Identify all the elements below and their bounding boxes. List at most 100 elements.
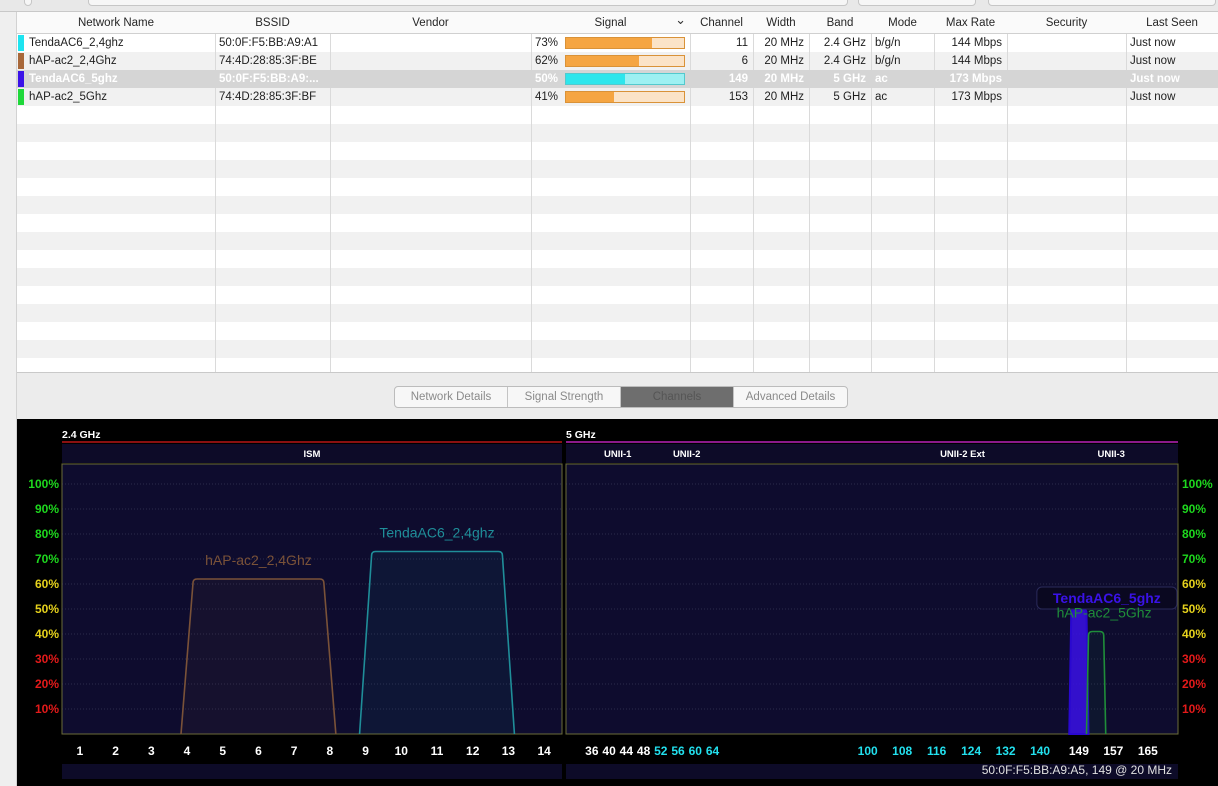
cell-width: 20 MHz	[764, 73, 804, 85]
cell-vendor	[334, 52, 529, 70]
column-header-name[interactable]: Network Name	[17, 12, 215, 34]
cell-signal: 50%	[535, 73, 559, 85]
cell-signal: 62%	[535, 55, 559, 67]
table-stripe	[17, 322, 1218, 340]
cell-name: TendaAC6_5ghz	[29, 73, 118, 85]
status-text: 50:0F:F5:BB:A9:A5, 149 @ 20 MHz	[982, 763, 1172, 777]
table-row[interactable]: hAP-ac2_5Ghz 74:4D:28:85:3F:BF 41% 153 20 MH…	[17, 88, 1218, 106]
cell-vendor	[334, 34, 529, 52]
band-label: 5 GHz	[566, 429, 596, 441]
toolbar-control-left[interactable]	[24, 0, 32, 6]
cell-mode: ac	[875, 73, 888, 85]
y-tick-label-left: 20%	[35, 677, 59, 691]
x-tick-label: 149	[1069, 744, 1089, 758]
x-tick-label: 11	[431, 744, 444, 758]
y-tick-label-right: 10%	[1182, 702, 1206, 716]
regulatory-region-label: UNII-2	[673, 449, 700, 460]
table-row[interactable]: TendaAC6_2,4ghz 50:0F:F5:BB:A9:A1 73% 11 20 …	[17, 34, 1218, 52]
table-stripe	[17, 214, 1218, 232]
toolbar-button-b[interactable]	[988, 0, 1216, 6]
x-tick-label: 116	[927, 744, 947, 758]
cell-channel: 153	[728, 91, 748, 103]
y-tick-label-left: 30%	[35, 652, 59, 666]
cell-mode: ac	[875, 91, 888, 103]
column-header-band[interactable]: Band	[809, 12, 871, 34]
cell-signal: 41%	[535, 91, 559, 103]
column-header-mode[interactable]: Mode	[871, 12, 934, 34]
x-tick-label: 52	[654, 744, 668, 758]
network-color-swatch	[18, 53, 24, 69]
toolbar-button-a[interactable]	[858, 0, 976, 6]
tab-channels[interactable]: Channels	[621, 387, 734, 407]
table-row[interactable]: TendaAC6_5ghz 50:0F:F5:BB:A9:... 50% 149 20 …	[17, 70, 1218, 88]
x-tick-label: 100	[858, 744, 878, 758]
tab-network-details[interactable]: Network Details	[395, 387, 508, 407]
cell-vendor	[334, 70, 529, 88]
tab-advanced-details[interactable]: Advanced Details	[734, 387, 847, 407]
cell-max-rate: 173 Mbps	[951, 91, 1002, 103]
channel-curve-label: hAP-ac2_2,4Ghz	[205, 552, 312, 568]
y-tick-label-left: 80%	[35, 527, 59, 541]
channel-curve-hap-ac2-5ghz	[1085, 630, 1107, 735]
column-header-channel[interactable]: Channel	[690, 12, 753, 34]
column-header-width[interactable]: Width	[753, 12, 809, 34]
table-header: Network NameBSSIDVendorSignalChannelWidt…	[17, 12, 1218, 34]
cell-bssid: 74:4D:28:85:3F:BF	[219, 91, 317, 103]
column-header-bssid[interactable]: BSSID	[215, 12, 330, 34]
table-stripe	[17, 268, 1218, 286]
x-tick-label: 9	[362, 744, 369, 758]
y-tick-label-right: 70%	[1182, 552, 1206, 566]
cell-width: 20 MHz	[764, 37, 804, 49]
cell-max-rate: 144 Mbps	[951, 37, 1002, 49]
band-rule	[566, 441, 1178, 443]
tab-signal-strength[interactable]: Signal Strength	[508, 387, 621, 407]
table-stripe	[17, 106, 1218, 124]
x-tick-label: 60	[689, 744, 703, 758]
status-strip	[62, 764, 562, 779]
x-tick-label: 140	[1030, 744, 1050, 758]
table-stripe	[17, 340, 1218, 358]
table-stripe	[17, 304, 1218, 322]
column-header-max-rate[interactable]: Max Rate	[934, 12, 1007, 34]
column-header-vendor[interactable]: Vendor	[330, 12, 531, 34]
cell-vendor	[334, 88, 529, 106]
table-stripe	[17, 358, 1218, 372]
x-tick-label: 3	[148, 744, 155, 758]
column-header-last-seen[interactable]: Last Seen	[1126, 12, 1218, 34]
cell-width: 20 MHz	[764, 91, 804, 103]
toolbar-search-field[interactable]	[88, 0, 848, 6]
cell-last-seen: Just now	[1130, 37, 1176, 49]
signal-strength-fill	[566, 92, 614, 102]
channel-curve-hap-ac2-2-4ghz	[180, 578, 337, 735]
x-tick-label: 108	[892, 744, 912, 758]
x-tick-label: 56	[671, 744, 685, 758]
cell-channel: 149	[728, 73, 748, 85]
regulatory-strip	[566, 444, 1178, 463]
cell-band: 2.4 GHz	[823, 55, 866, 67]
y-tick-label-left: 90%	[35, 502, 59, 516]
table-stripe	[17, 250, 1218, 268]
column-header-signal[interactable]: Signal	[531, 12, 690, 34]
band-rule	[62, 441, 562, 443]
channels-chart-svg: 2.4 GHz ISM hAP-ac2_2,4Ghz TendaAC6_2,4ghz 1…	[28, 429, 1213, 779]
cell-channel: 6	[741, 55, 748, 67]
table-stripe	[17, 232, 1218, 250]
network-color-swatch	[18, 35, 24, 51]
toolbar-strip	[0, 0, 1218, 12]
cell-band: 5 GHz	[833, 73, 866, 85]
table-row[interactable]: hAP-ac2_2,4Ghz 74:4D:28:85:3F:BE 62% 6 20 MH…	[17, 52, 1218, 70]
left-gutter	[0, 12, 17, 786]
cell-signal: 73%	[535, 37, 559, 49]
cell-name: TendaAC6_2,4ghz	[29, 37, 124, 49]
cell-width: 20 MHz	[764, 55, 804, 67]
x-tick-label: 132	[996, 744, 1016, 758]
x-tick-label: 124	[961, 744, 981, 758]
table-stripe	[17, 142, 1218, 160]
y-tick-label-right: 40%	[1182, 627, 1206, 641]
band-label: 2.4 GHz	[62, 429, 101, 441]
x-tick-label: 12	[466, 744, 480, 758]
y-tick-label-right: 80%	[1182, 527, 1206, 541]
signal-strength-bar	[565, 91, 685, 103]
channel-curve-tendaac6-2-4ghz	[358, 550, 516, 735]
column-header-security[interactable]: Security	[1007, 12, 1126, 34]
